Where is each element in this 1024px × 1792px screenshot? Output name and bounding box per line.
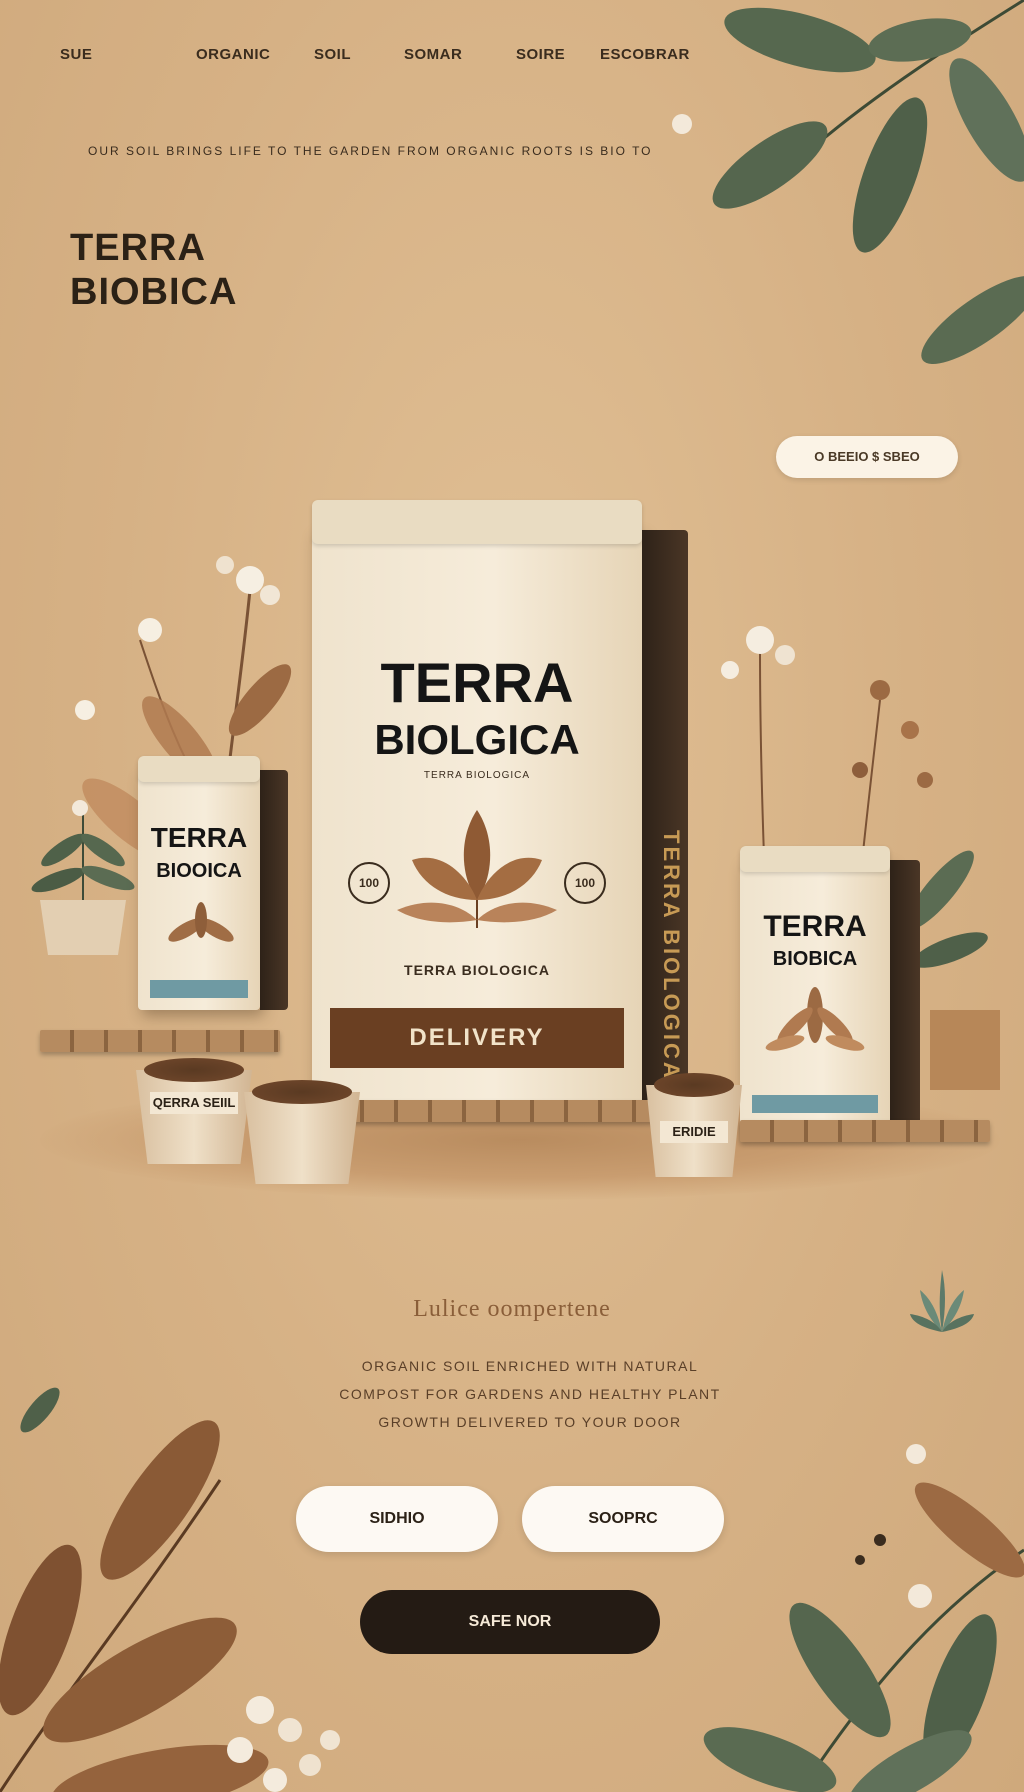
nav-item-sue[interactable]: SUE	[60, 46, 92, 63]
leaf-emblem-icon	[397, 810, 557, 928]
bag-fold	[138, 756, 260, 782]
primary-right-button[interactable]: SOOPRC	[522, 1486, 724, 1552]
nav-item-soire[interactable]: SOIRE	[516, 46, 565, 63]
pot-body	[136, 1070, 252, 1164]
top-nav: SUE ORGANIC SOIL SOMAR SOIRE ESCOBRAR	[58, 46, 698, 70]
left-bag-title-2: BIOOICA	[156, 860, 242, 882]
pot-label: QERRA SEIIL	[150, 1092, 238, 1114]
right-bag-title-2: BIOBICA	[772, 948, 858, 970]
main-bag-title-2: BIOLGICA	[374, 716, 580, 763]
pot-soil	[252, 1080, 352, 1104]
nav-item-somar[interactable]: SOMAR	[404, 46, 462, 63]
landing-page: SUE ORGANIC SOIL SOMAR SOIRE ESCOBRAR OU…	[0, 0, 1024, 1792]
bag-side-panel	[260, 770, 288, 1010]
main-bag-title-1: TERRA	[380, 651, 574, 714]
bag-stripe	[752, 1095, 878, 1113]
main-bag-caption: TERRA BIOLOGICA	[404, 962, 550, 978]
pallet-left	[40, 1030, 280, 1052]
delivery-band: DELIVERY	[330, 1008, 624, 1068]
cta-button[interactable]: SAFE NOR	[360, 1590, 660, 1654]
bag-stripe	[150, 980, 248, 998]
nav-item-soil[interactable]: SOIL	[314, 46, 351, 63]
bag-side-panel: TERRA BIOLOGICA	[642, 530, 688, 1105]
section-copy: ORGANIC SOIL ENRICHED WITH NATURAL COMPO…	[339, 1358, 721, 1430]
header-pill-button[interactable]: O BEEIO $ SBEO	[776, 436, 958, 478]
product-bag-small-right[interactable]: TERRA BIOBICA	[740, 846, 920, 1128]
tagline: OUR SOIL BRINGS LIFE TO THE GARDEN FROM …	[88, 144, 653, 158]
bag-side-text: TERRA BIOLOGICA	[659, 830, 684, 1081]
badge-left: 100	[348, 862, 390, 904]
product-bag-small-left[interactable]: TERRA BIOOICA	[138, 756, 288, 1010]
pallet-center	[330, 1100, 660, 1122]
primary-left-button[interactable]: SIDHIO	[296, 1486, 498, 1552]
pot-label: ERIDIE	[660, 1121, 728, 1143]
plant-emblem-icon	[168, 902, 234, 942]
potted-plant-left-icon	[31, 800, 135, 955]
right-bag-title-1: TERRA	[763, 910, 867, 943]
nav-item-escobrar[interactable]: ESCOBRAR	[600, 46, 690, 63]
soil-pot-labeled-right: ERIDIE	[646, 1073, 742, 1177]
leaf-branch-top-right-icon	[672, 0, 1024, 365]
brand-line-1: TERRA	[70, 227, 206, 269]
brand-logo: TERRA BIOBICA	[70, 226, 237, 314]
product-bag-main[interactable]: TERRA BIOLOGICA TERRA BIOLGICA TERRA BIO…	[312, 500, 688, 1105]
leaf-branch-bottom-right-icon	[703, 1444, 1024, 1792]
product-showcase: TERRA BIOOICA TERRA BIOLOGICA TERRA BIOL…	[0, 500, 1024, 1220]
section-heading: Lulice oompertene	[413, 1296, 611, 1322]
leaf-branch-bottom-left-icon	[0, 1387, 340, 1792]
pot-soil	[654, 1073, 734, 1097]
bag-fold	[740, 846, 890, 872]
main-bag-subtitle: TERRA BIOLOGICA	[423, 770, 531, 781]
nav-item-organic[interactable]: ORGANIC	[196, 46, 270, 63]
bag-fold	[312, 500, 642, 544]
soil-pot-labeled-left: QERRA SEIIL	[136, 1058, 252, 1164]
plant-emblem-icon	[765, 987, 865, 1051]
left-bag-title-1: TERRA	[150, 822, 248, 853]
pot-soil	[144, 1058, 244, 1082]
soil-pot-center	[244, 1080, 360, 1184]
bag-side-panel	[890, 860, 920, 1128]
brand-line-2: BIOBICA	[70, 271, 238, 313]
badge-right: 100	[564, 862, 606, 904]
pallet-right	[740, 1120, 990, 1142]
pot-body	[244, 1092, 360, 1184]
